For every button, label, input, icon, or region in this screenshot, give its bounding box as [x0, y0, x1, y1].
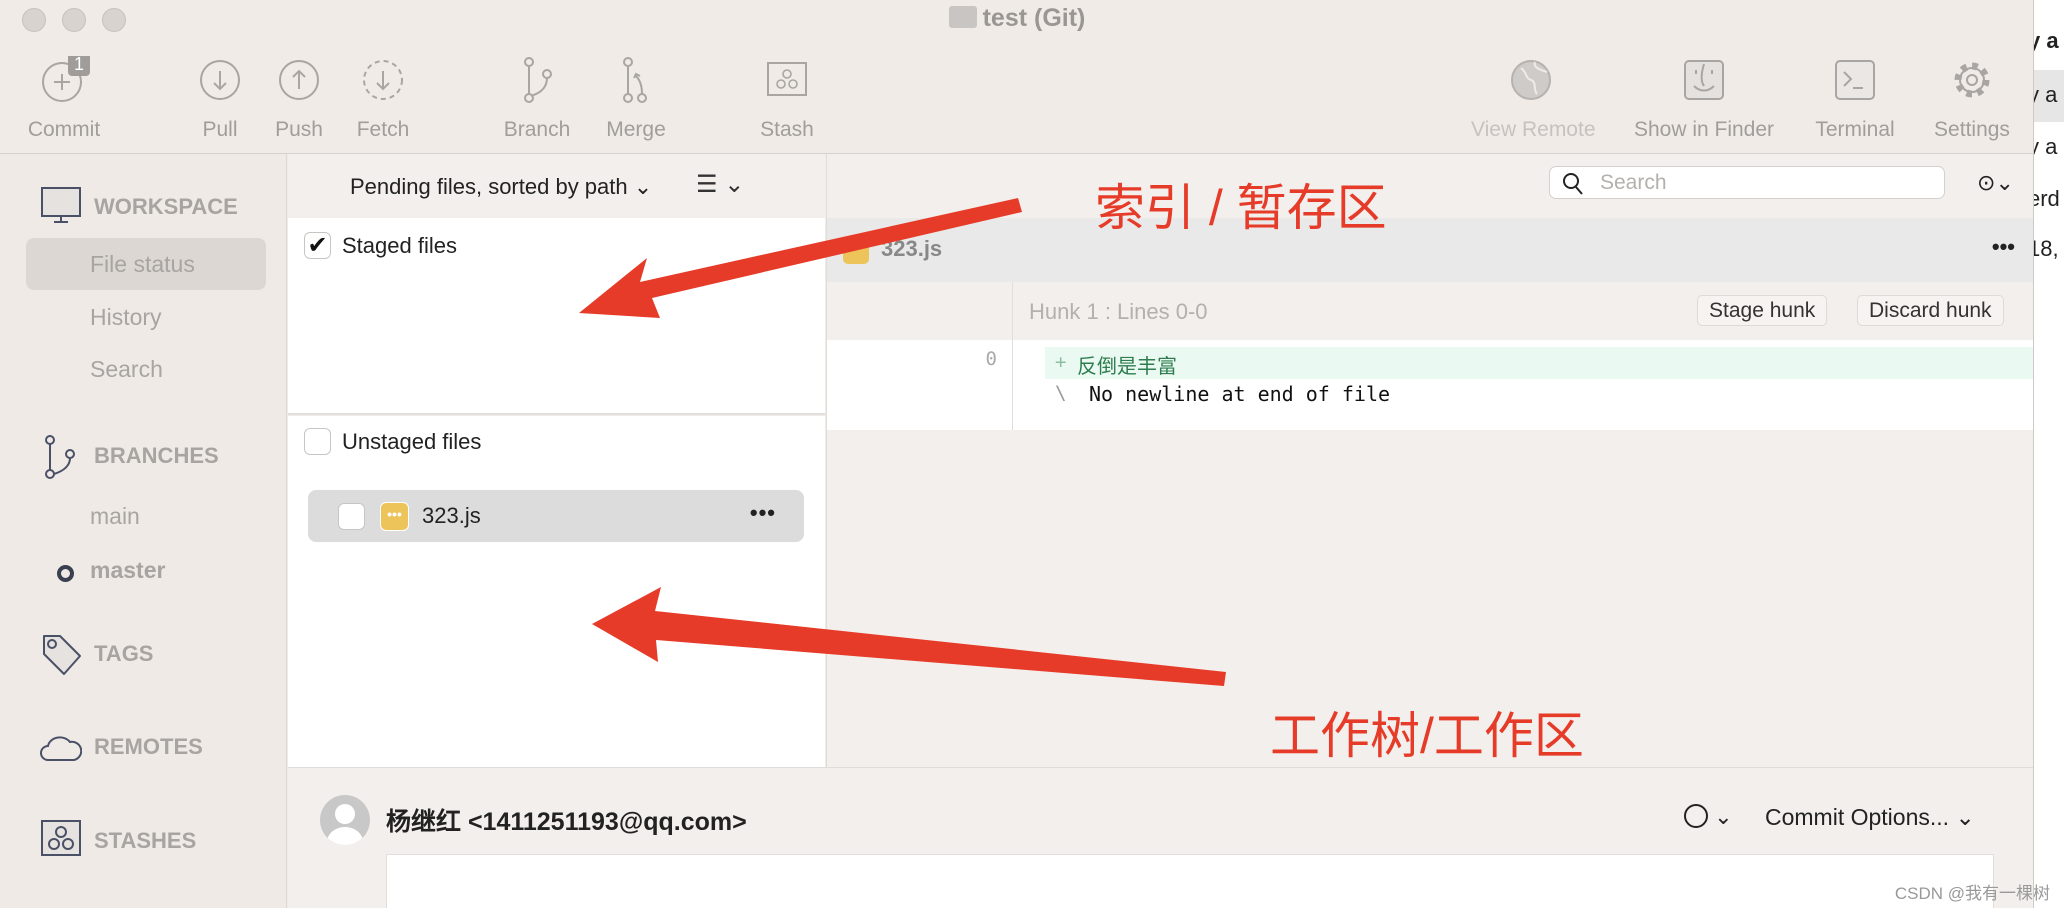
- worktree-annotation: 工作树/工作区: [1270, 708, 1584, 764]
- index-annotation: 索引 / 暂存区: [1095, 180, 1387, 236]
- arrow-to-unstaged: [592, 587, 1226, 686]
- watermark: CSDN @我有一棵树: [1894, 884, 2050, 903]
- annotation-arrows: [579, 198, 1226, 686]
- arrow-to-staged: [579, 198, 1022, 318]
